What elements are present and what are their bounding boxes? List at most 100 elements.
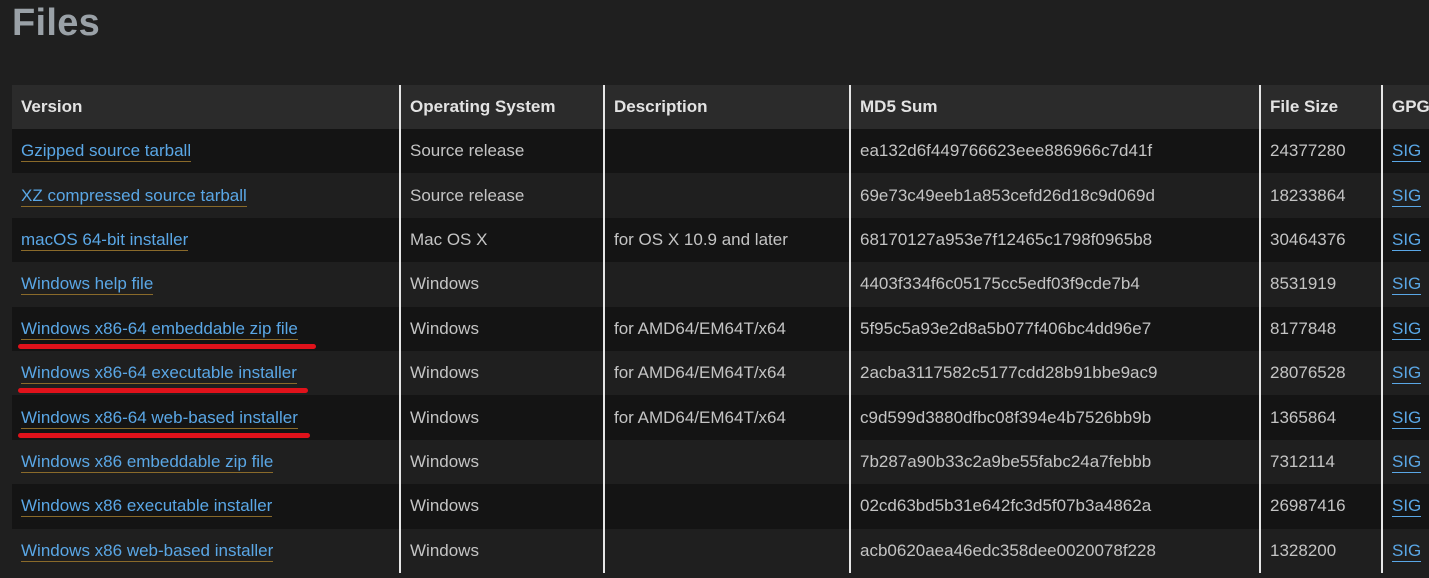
size-cell: 24377280 [1259, 129, 1382, 174]
os-cell: Windows [399, 262, 604, 307]
sig-link[interactable]: SIG [1392, 274, 1422, 296]
table-row: Windows x86 embeddable zip file Windows … [12, 439, 1429, 485]
table-row: Windows x86-64 executable installer Wind… [12, 350, 1429, 396]
md5-cell: c9d599d3880dfbc08f394e4b7526bb9b [849, 395, 1260, 440]
download-link[interactable]: Windows help file [21, 274, 154, 296]
gpg-cell: SIG [1381, 350, 1429, 396]
download-link[interactable]: Windows x86 embeddable zip file [21, 451, 274, 473]
md5-cell: 7b287a90b33c2a9be55fabc24a7febbb [849, 439, 1260, 485]
gpg-cell: SIG [1381, 217, 1429, 263]
version-cell: Windows x86-64 executable installer [12, 350, 400, 396]
header-md5-sum: MD5 Sum [849, 85, 1260, 129]
sig-link[interactable]: SIG [1392, 363, 1422, 385]
description-cell [603, 484, 850, 529]
table-row: Windows x86 web-based installer Windows … [12, 528, 1429, 573]
gpg-cell: SIG [1381, 262, 1429, 307]
download-link[interactable]: Windows x86-64 embeddable zip file [21, 318, 298, 340]
os-cell: Mac OS X [399, 217, 604, 263]
sig-link[interactable]: SIG [1392, 229, 1422, 251]
table-row: Windows x86 executable installer Windows… [12, 484, 1429, 529]
header-file-size: File Size [1259, 85, 1382, 129]
md5-cell: acb0620aea46edc358dee0020078f228 [849, 528, 1260, 573]
sig-link[interactable]: SIG [1392, 496, 1422, 518]
size-cell: 26987416 [1259, 484, 1382, 529]
os-cell: Source release [399, 173, 604, 218]
os-cell: Windows [399, 350, 604, 396]
header-description: Description [603, 85, 850, 129]
size-cell: 18233864 [1259, 173, 1382, 218]
os-cell: Source release [399, 129, 604, 174]
version-cell: Gzipped source tarball [12, 129, 400, 174]
description-cell: for OS X 10.9 and later [603, 217, 850, 263]
header-version: Version [12, 85, 400, 129]
description-cell [603, 173, 850, 218]
red-highlight-underline [18, 432, 310, 438]
md5-cell: 68170127a953e7f12465c1798f0965b8 [849, 217, 1260, 263]
md5-cell: 2acba3117582c5177cdd28b91bbe9ac9 [849, 350, 1260, 396]
md5-cell: 4403f334f6c05175cc5edf03f9cde7b4 [849, 262, 1260, 307]
os-cell: Windows [399, 439, 604, 485]
gpg-cell: SIG [1381, 395, 1429, 440]
gpg-cell: SIG [1381, 173, 1429, 218]
table-row: Windows x86-64 embeddable zip file Windo… [12, 306, 1429, 351]
header-row: Version Operating System Description MD5… [12, 85, 1429, 129]
os-cell: Windows [399, 528, 604, 573]
version-cell: Windows x86-64 web-based installer [12, 395, 400, 440]
version-cell: macOS 64-bit installer [12, 217, 400, 263]
description-cell: for AMD64/EM64T/x64 [603, 395, 850, 440]
header-gpg: GPG [1381, 85, 1429, 129]
version-cell: Windows x86 web-based installer [12, 528, 400, 573]
download-link[interactable]: XZ compressed source tarball [21, 185, 247, 207]
download-link[interactable]: Windows x86 executable installer [21, 496, 273, 518]
table-row: Windows help file Windows 4403f334f6c051… [12, 262, 1429, 307]
table-row: macOS 64-bit installer Mac OS X for OS X… [12, 217, 1429, 263]
md5-cell: ea132d6f449766623eee886966c7d41f [849, 129, 1260, 174]
os-cell: Windows [399, 484, 604, 529]
page-title: Files [12, 2, 101, 44]
size-cell: 8177848 [1259, 306, 1382, 351]
version-cell: Windows help file [12, 262, 400, 307]
version-cell: Windows x86 embeddable zip file [12, 439, 400, 485]
gpg-cell: SIG [1381, 439, 1429, 485]
download-link[interactable]: Gzipped source tarball [21, 141, 192, 163]
gpg-cell: SIG [1381, 528, 1429, 573]
description-cell [603, 262, 850, 307]
os-cell: Windows [399, 306, 604, 351]
description-cell [603, 439, 850, 485]
sig-link[interactable]: SIG [1392, 318, 1422, 340]
gpg-cell: SIG [1381, 484, 1429, 529]
size-cell: 7312114 [1259, 439, 1382, 485]
sig-link[interactable]: SIG [1392, 185, 1422, 207]
description-cell [603, 528, 850, 573]
md5-cell: 5f95c5a93e2d8a5b077f406bc4dd96e7 [849, 306, 1260, 351]
description-cell: for AMD64/EM64T/x64 [603, 350, 850, 396]
table-body: Gzipped source tarball Source release ea… [12, 129, 1429, 573]
version-cell: Windows x86 executable installer [12, 484, 400, 529]
table-header: Version Operating System Description MD5… [12, 85, 1429, 129]
md5-cell: 02cd63bd5b31e642fc3d5f07b3a4862a [849, 484, 1260, 529]
version-cell: XZ compressed source tarball [12, 173, 400, 218]
files-table: Version Operating System Description MD5… [12, 85, 1429, 573]
md5-cell: 69e73c49eeb1a853cefd26d18c9d069d [849, 173, 1260, 218]
sig-link[interactable]: SIG [1392, 141, 1422, 163]
gpg-cell: SIG [1381, 129, 1429, 174]
header-operating-system: Operating System [399, 85, 604, 129]
download-link[interactable]: macOS 64-bit installer [21, 229, 189, 251]
download-link[interactable]: Windows x86 web-based installer [21, 540, 274, 562]
size-cell: 1328200 [1259, 528, 1382, 573]
sig-link[interactable]: SIG [1392, 451, 1422, 473]
table-row: XZ compressed source tarball Source rele… [12, 173, 1429, 218]
size-cell: 8531919 [1259, 262, 1382, 307]
sig-link[interactable]: SIG [1392, 407, 1422, 429]
download-link[interactable]: Windows x86-64 executable installer [21, 363, 297, 385]
version-cell: Windows x86-64 embeddable zip file [12, 306, 400, 351]
red-highlight-underline [18, 343, 316, 349]
size-cell: 28076528 [1259, 350, 1382, 396]
size-cell: 30464376 [1259, 217, 1382, 263]
table-row: Windows x86-64 web-based installer Windo… [12, 395, 1429, 440]
red-highlight-underline [18, 388, 308, 394]
download-link[interactable]: Windows x86-64 web-based installer [21, 407, 298, 429]
size-cell: 1365864 [1259, 395, 1382, 440]
sig-link[interactable]: SIG [1392, 540, 1422, 562]
table-row: Gzipped source tarball Source release ea… [12, 129, 1429, 174]
